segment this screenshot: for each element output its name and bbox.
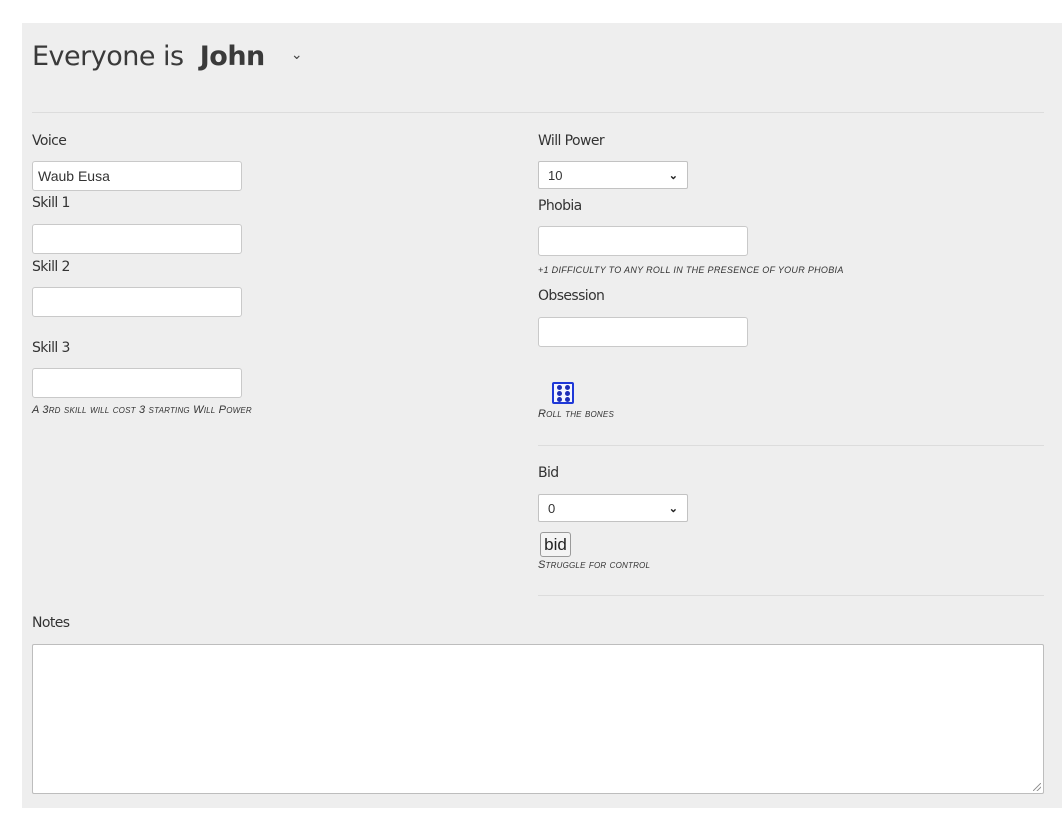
header-divider — [32, 112, 1044, 113]
bid-label: Bid — [538, 465, 559, 481]
phobia-label: Phobia — [538, 198, 582, 214]
obsession-input[interactable] — [538, 317, 748, 347]
chevron-down-icon: ⌄ — [668, 169, 678, 182]
dice-six-icon[interactable] — [552, 382, 574, 404]
resize-handle[interactable] — [1033, 783, 1041, 791]
chevron-down-icon: ⌄ — [668, 502, 678, 515]
phobia-input[interactable] — [538, 226, 748, 256]
voice-input[interactable] — [32, 161, 242, 191]
willpower-value: 10 — [548, 167, 563, 183]
bid-button[interactable]: bid — [540, 532, 571, 557]
willpower-select[interactable]: 10 ⌄ — [538, 161, 688, 189]
bid-hint: Struggle for control — [538, 559, 651, 571]
notes-textarea[interactable] — [32, 644, 1044, 794]
voice-label: Voice — [32, 133, 67, 149]
bid-divider — [538, 595, 1044, 596]
skill1-input[interactable] — [32, 224, 242, 254]
roll-hint: Roll the bones — [538, 408, 614, 420]
skill3-label: Skill 3 — [32, 340, 70, 356]
skill1-label: Skill 1 — [32, 195, 70, 211]
skill2-label: Skill 2 — [32, 259, 70, 275]
notes-label: Notes — [32, 615, 70, 631]
title-prefix: Everyone is — [32, 41, 184, 72]
willpower-label: Will Power — [538, 133, 605, 149]
skill3-input[interactable] — [32, 368, 242, 398]
chevron-down-icon[interactable]: ⌄ — [291, 47, 303, 63]
character-name: John — [199, 41, 266, 72]
phobia-hint: +1 difficulty to any roll in the presenc… — [538, 265, 844, 275]
obsession-label: Obsession — [538, 288, 605, 304]
character-sheet-panel: Everyone is John ⌄ Voice Skill 1 Skill 2… — [22, 23, 1062, 808]
skill2-input[interactable] — [32, 287, 242, 317]
bid-value: 0 — [548, 500, 556, 516]
roll-divider — [538, 445, 1044, 446]
bid-select[interactable]: 0 ⌄ — [538, 494, 688, 522]
page-title: Everyone is John ⌄ — [32, 41, 303, 72]
skill3-hint: A 3rd skill will cost 3 starting Will Po… — [32, 404, 252, 416]
